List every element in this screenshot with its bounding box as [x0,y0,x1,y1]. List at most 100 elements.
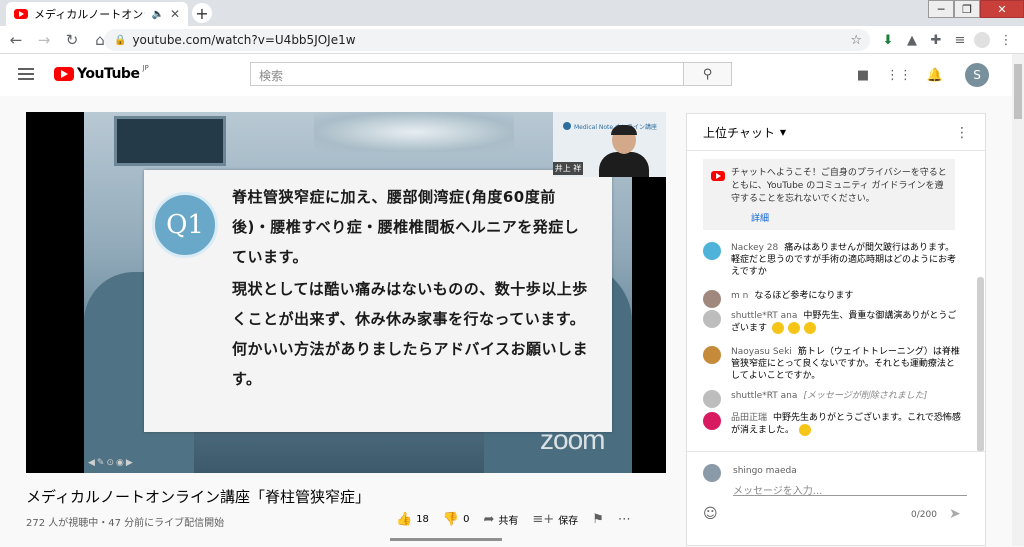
search-button[interactable]: ⚲ [684,62,732,86]
chat-more-icon[interactable]: ⋮ [955,125,969,141]
slide-paragraph: 現状としては酷い痛みはないものの、数十歩以上歩くことが出来ず、休み休み家事を行な… [232,280,589,388]
chat-avatar[interactable] [703,412,721,430]
clap-emoji-icon [787,322,800,334]
new-tab-button[interactable]: + [192,3,212,23]
youtube-logo-icon [54,67,74,81]
more-actions-button[interactable]: ⋯ [618,512,631,527]
slide-controls-icon: ◀✎⊙◉▶ [88,458,135,468]
forward-icon[interactable]: → [32,28,56,52]
chat-text: なるほど参考になります [754,291,854,301]
thumbs-down-icon: 👎 [442,512,460,527]
speaker-name-tag: 井上 祥 [553,162,583,175]
lock-icon[interactable]: 🔒 [114,35,126,46]
address-bar: ← → ↻ ⌂ 🔒 youtube.com/watch?v=U4bb5JOJe1… [0,26,1024,54]
url-text: youtube.com/watch?v=U4bb5JOJe1w [132,33,356,47]
speaker-image [599,125,649,177]
extensions-puzzle-icon[interactable]: ✚ [926,30,946,50]
zoom-watermark: zoom [540,424,605,455]
apps-grid-icon[interactable]: ⋮⋮ [886,66,912,84]
chat-mode-select[interactable]: 上位チャット [703,124,775,141]
region-label: JP [142,64,149,72]
minimize-button[interactable]: ─ [928,0,954,18]
chat-author[interactable]: shuttle*RT ana [731,311,797,321]
chat-user-name: shingo maeda [733,466,797,476]
youtube-icon [711,171,725,181]
chat-message: shuttle*RT ana [メッセージが削除されました] [703,390,963,408]
chat-author[interactable]: 品田正瑞 [731,413,767,423]
live-chat-panel: 上位チャット ▼ ⋮ チャットへようこそ！ご自身のプライバシーを守るとともに、Y… [686,113,986,546]
back-icon[interactable]: ← [4,28,28,52]
url-field[interactable]: 🔒 youtube.com/watch?v=U4bb5JOJe1w ☆ [104,29,870,51]
thumbs-up-icon: 👍 [396,512,413,527]
chat-author[interactable]: Naoyasu Seki [731,347,792,357]
chat-message: Nackey 28 痛みはありませんが間欠跛行はあります。軽症だと思うのですが手術… [703,242,963,278]
chat-author[interactable]: shuttle*RT ana [731,391,797,401]
scrollbar-thumb[interactable] [1014,64,1022,119]
chat-scrollbar[interactable] [974,152,986,452]
tab-audio-icon[interactable]: 🔈 [151,9,163,20]
clap-emoji-icon [771,322,784,334]
chat-scrollbar-thumb[interactable] [977,277,984,452]
chat-message: Naoyasu Seki 筋トレ（ウェイトトレーニング）は脊椎管狭窄症にとって良く… [703,346,963,382]
chat-header: 上位チャット ▼ ⋮ [687,114,985,151]
chat-avatar[interactable] [703,290,721,308]
chat-avatar[interactable] [703,390,721,408]
account-avatar[interactable]: S [965,63,989,87]
chat-author[interactable]: m n [731,291,748,301]
clap-emoji-icon [803,322,816,334]
reload-icon[interactable]: ↻ [60,28,84,52]
youtube-favicon-icon [14,9,28,19]
video-meta: 272 人が視聴中・47 分前にライブ配信開始 [26,518,225,529]
drive-extension-icon[interactable]: ▲ [902,30,922,50]
maximize-button[interactable]: ❐ [954,0,980,18]
browser-menu-icon[interactable]: ⋮ [996,30,1016,50]
report-button[interactable]: ⚑ [592,512,604,527]
chat-author[interactable]: Nackey 28 [731,243,778,253]
youtube-header: YouTube JP 検索 ⚲ ■ ⋮⋮ 🔔 S [0,54,1012,96]
chat-avatar[interactable] [703,346,721,364]
like-button[interactable]: 👍 18 [396,512,429,527]
tab-close-icon[interactable]: ✕ [170,7,180,21]
chat-message-input[interactable]: メッセージを入力... [733,482,967,497]
playlist-add-icon: ≡+ [532,512,555,527]
video-player[interactable]: Q1 脊柱管狭窄症に加え、腰部側湾症(角度60度前後)・腰椎すべり症・腰椎椎間板… [26,112,666,473]
bookmark-star-icon[interactable]: ☆ [850,33,862,48]
youtube-logo[interactable]: YouTube JP [54,64,149,82]
chat-avatar[interactable] [703,310,721,328]
chat-avatar[interactable] [703,242,721,260]
medical-note-logo-icon [563,122,571,130]
emoji-picker-icon[interactable]: ☺ [703,506,718,522]
chevron-down-icon[interactable]: ▼ [780,128,786,137]
user-avatar [703,464,721,482]
dislike-button[interactable]: 👎 0 [443,512,470,527]
menu-icon[interactable] [18,68,34,80]
like-ratio-bar [390,538,502,541]
create-video-icon[interactable]: ■ [854,66,872,84]
save-button[interactable]: ≡+ 保存 [532,512,578,527]
profile-icon[interactable] [974,32,990,48]
search-icon: ⚲ [702,66,713,82]
browser-tab[interactable]: メディカルノートオンライン 🔈 ✕ [6,2,188,26]
details-link[interactable]: 詳細 [751,213,769,226]
notifications-bell-icon[interactable]: 🔔 [926,66,944,84]
search-input[interactable]: 検索 [250,62,684,86]
chat-message: shuttle*RT ana 中野先生、貴重な御講演ありがとうございます [703,310,963,335]
browser-tab-strip: メディカルノートオンライン 🔈 ✕ + ─ ❐ ✕ [0,0,1024,26]
flag-icon: ⚑ [592,512,604,527]
chat-message: 品田正瑞 中野先生ありがとうございます。これで恐怖感が消えました。 [703,412,963,437]
window-controls: ─ ❐ ✕ [928,0,1024,20]
page-scrollbar[interactable] [1012,54,1024,546]
tab-title: メディカルノートオンライン [34,8,145,21]
more-horizontal-icon: ⋯ [617,512,631,527]
char-counter: 0/200 [911,510,937,520]
speaker-video-tile: Medical Note オンライン講座 井上 祥 [553,112,666,177]
question-slide: Q1 脊柱管狭窄症に加え、腰部側湾症(角度60度前後)・腰椎すべり症・腰椎椎間板… [144,170,612,432]
smile-emoji-icon [798,424,811,436]
share-button[interactable]: ➦ 共有 [483,512,518,527]
media-control-icon[interactable]: ≡ [950,30,970,50]
youtube-logo-text: YouTube [77,66,140,82]
send-icon[interactable]: ➤ [949,506,961,522]
close-window-button[interactable]: ✕ [980,0,1024,18]
download-extension-icon[interactable]: ⬇ [878,30,898,50]
chat-text: [メッセージが削除されました] [803,391,928,401]
